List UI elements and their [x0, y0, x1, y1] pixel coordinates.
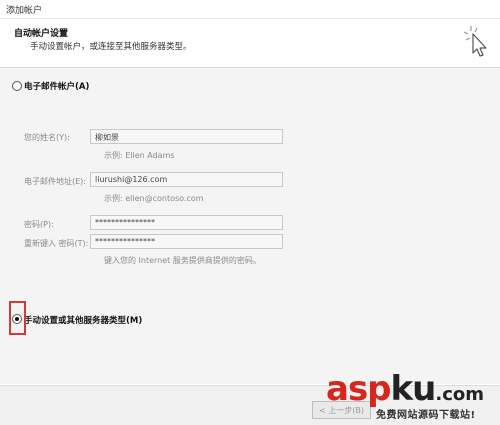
name-field[interactable]: 柳如景: [90, 129, 283, 144]
email-hint: 示例: ellen@contoso.com: [104, 194, 204, 203]
name-label: 您的姓名(Y):: [24, 133, 70, 142]
password-hint: 键入您的 Internet 服务提供商提供的密码。: [104, 256, 261, 265]
title-bar: 添加帐户: [0, 0, 500, 19]
header-subtitle: 手动设置帐户，或连接至其他服务器类型。: [30, 42, 192, 52]
email-label: 电子邮件地址(E):: [24, 177, 86, 186]
retype-password-field[interactable]: ***************: [90, 234, 283, 249]
email-account-label[interactable]: 电子邮件帐户(A): [24, 80, 89, 92]
window-title: 添加帐户: [6, 6, 43, 16]
password-field[interactable]: ***************: [90, 215, 283, 230]
watermark-logo: aspku.com 免费网站源码下载站!: [326, 372, 500, 424]
email-field[interactable]: liurushi@126.com: [90, 172, 283, 187]
cursor-sparkle-icon: [463, 26, 487, 57]
header-title: 自动帐户设置: [14, 29, 69, 39]
password-label: 密码(P):: [24, 220, 54, 229]
retype-password-label: 重新键入 密码(T):: [24, 239, 89, 248]
highlight-box: [9, 301, 26, 335]
manual-setup-label[interactable]: 手动设置或其他服务器类型(M): [24, 314, 142, 326]
email-account-radio[interactable]: [12, 81, 22, 91]
watermark-slogan: 免费网站源码下载站!: [376, 410, 476, 421]
dialog-header: 自动帐户设置 手动设置帐户，或连接至其他服务器类型。: [0, 19, 500, 68]
name-hint: 示例: Ellen Adams: [104, 151, 175, 160]
